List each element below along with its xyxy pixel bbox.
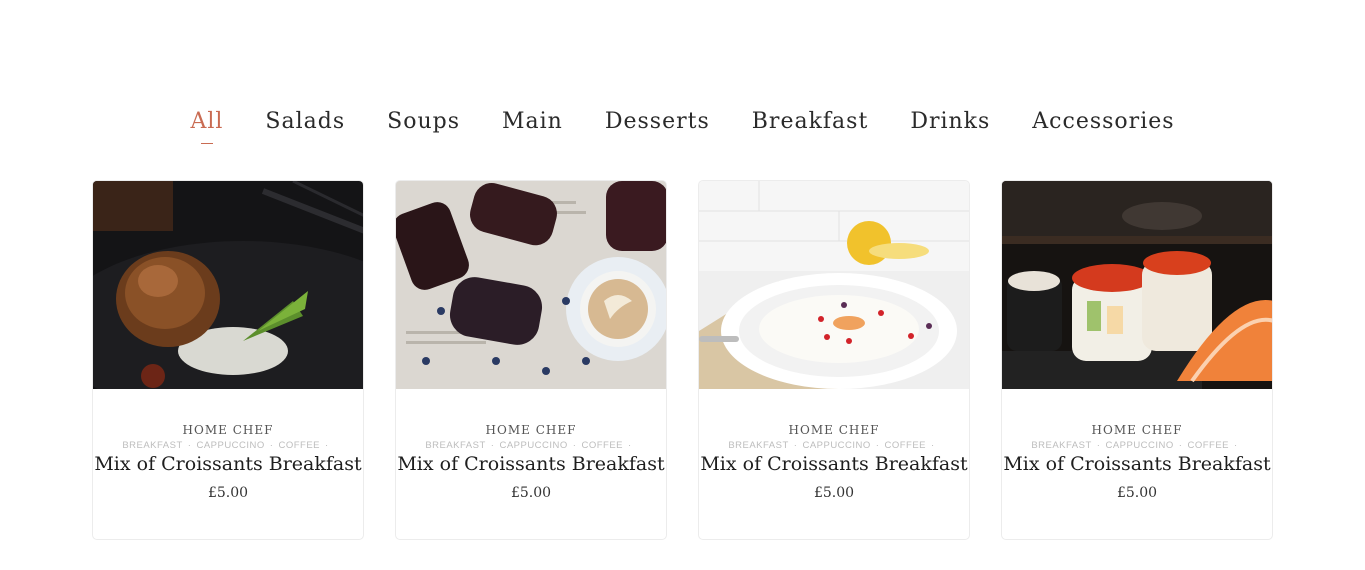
tag-link[interactable]: COFFEE bbox=[278, 440, 320, 451]
chef-label: HOME CHEF bbox=[788, 423, 880, 437]
product-title[interactable]: Mix of Croissants Breakfast bbox=[396, 453, 666, 475]
tag-list: BREAKFAST · CAPPUCCINO · COFFEE · bbox=[425, 440, 632, 451]
product-card[interactable]: HOME CHEF BREAKFAST · CAPPUCCINO · COFFEE · M… bbox=[698, 180, 970, 540]
category-filter-tabs: All Salads Soups Main Desserts Breakfast… bbox=[0, 106, 1365, 138]
fried-dish-photo bbox=[93, 181, 363, 389]
tab-main[interactable]: Main bbox=[502, 106, 563, 138]
product-card[interactable]: HOME CHEF BREAKFAST · CAPPUCCINO · COFFEE · M… bbox=[92, 180, 364, 540]
tab-accessories[interactable]: Accessories bbox=[1032, 106, 1174, 138]
tag-link[interactable]: COFFEE bbox=[1187, 440, 1229, 451]
tab-soups[interactable]: Soups bbox=[387, 106, 460, 138]
product-grid: HOME CHEF BREAKFAST · CAPPUCCINO · COFFEE · M… bbox=[92, 180, 1273, 540]
tag-list: BREAKFAST · CAPPUCCINO · COFFEE · bbox=[728, 440, 935, 451]
tag-link[interactable]: CAPPUCCINO bbox=[196, 440, 264, 451]
tag-list: BREAKFAST · CAPPUCCINO · COFFEE · bbox=[1031, 440, 1238, 451]
tag-list: BREAKFAST · CAPPUCCINO · COFFEE · bbox=[122, 440, 329, 451]
chef-label: HOME CHEF bbox=[1091, 423, 1183, 437]
product-title[interactable]: Mix of Croissants Breakfast bbox=[699, 453, 969, 475]
tag-link[interactable]: BREAKFAST bbox=[122, 440, 182, 451]
tab-breakfast[interactable]: Breakfast bbox=[752, 106, 869, 138]
tab-desserts[interactable]: Desserts bbox=[605, 106, 710, 138]
chef-label: HOME CHEF bbox=[485, 423, 577, 437]
tag-link[interactable]: COFFEE bbox=[884, 440, 926, 451]
sushi-photo bbox=[1002, 181, 1272, 389]
product-price: £5.00 bbox=[813, 485, 855, 501]
tab-all[interactable]: All bbox=[190, 106, 223, 138]
tag-link[interactable]: BREAKFAST bbox=[425, 440, 485, 451]
product-image[interactable] bbox=[396, 181, 666, 389]
product-card[interactable]: HOME CHEF BREAKFAST · CAPPUCCINO · COFFEE · M… bbox=[395, 180, 667, 540]
soup-bowl-photo bbox=[699, 181, 969, 389]
chef-label: HOME CHEF bbox=[182, 423, 274, 437]
product-price: £5.00 bbox=[207, 485, 249, 501]
toasts-coffee-photo bbox=[396, 181, 666, 389]
product-price: £5.00 bbox=[510, 485, 552, 501]
tag-link[interactable]: CAPPUCCINO bbox=[802, 440, 870, 451]
tab-drinks[interactable]: Drinks bbox=[910, 106, 990, 138]
product-price: £5.00 bbox=[1116, 485, 1158, 501]
product-card[interactable]: HOME CHEF BREAKFAST · CAPPUCCINO · COFFEE · M… bbox=[1001, 180, 1273, 540]
product-title[interactable]: Mix of Croissants Breakfast bbox=[1002, 453, 1272, 475]
product-image[interactable] bbox=[93, 181, 363, 389]
product-title[interactable]: Mix of Croissants Breakfast bbox=[93, 453, 363, 475]
product-image[interactable] bbox=[1002, 181, 1272, 389]
tag-link[interactable]: BREAKFAST bbox=[1031, 440, 1091, 451]
tag-link[interactable]: CAPPUCCINO bbox=[499, 440, 567, 451]
product-image[interactable] bbox=[699, 181, 969, 389]
tab-salads[interactable]: Salads bbox=[265, 106, 345, 138]
tag-link[interactable]: BREAKFAST bbox=[728, 440, 788, 451]
tag-link[interactable]: CAPPUCCINO bbox=[1105, 440, 1173, 451]
tag-link[interactable]: COFFEE bbox=[581, 440, 623, 451]
